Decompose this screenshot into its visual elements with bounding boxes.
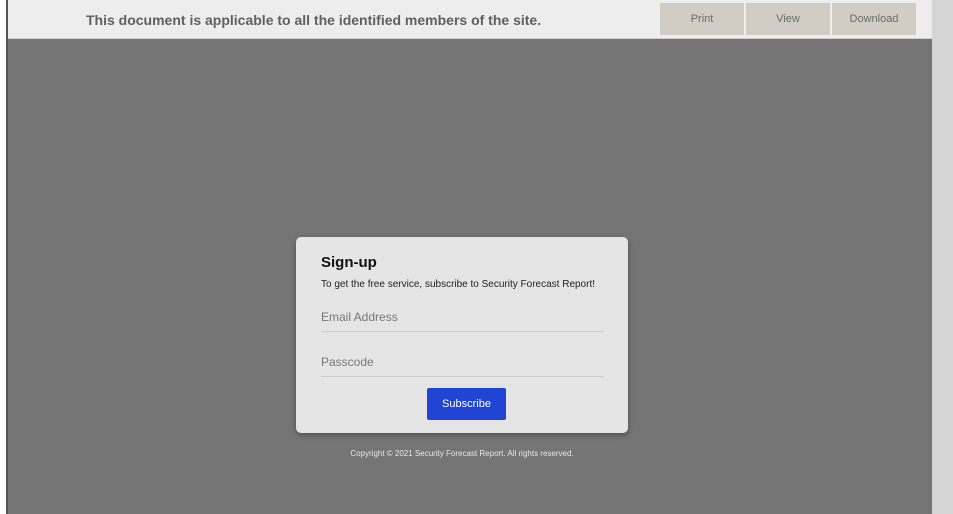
passcode-field[interactable]: [321, 348, 604, 377]
scrollbar[interactable]: [932, 0, 953, 514]
dialog-title: Sign-up: [321, 254, 377, 271]
view-button[interactable]: View: [746, 3, 830, 35]
email-field[interactable]: [321, 303, 604, 332]
document-toolbar: This document is applicable to all the i…: [8, 0, 932, 39]
subscribe-button[interactable]: Subscribe: [427, 388, 506, 420]
signup-dialog: Sign-up To get the free service, subscri…: [296, 237, 628, 433]
print-button[interactable]: Print: [660, 3, 744, 35]
download-button[interactable]: Download: [832, 3, 916, 35]
document-notice: This document is applicable to all the i…: [86, 12, 542, 28]
dialog-subtitle: To get the free service, subscribe to Se…: [321, 279, 596, 290]
copyright-text: Copyright © 2021 Security Forecast Repor…: [350, 449, 574, 458]
